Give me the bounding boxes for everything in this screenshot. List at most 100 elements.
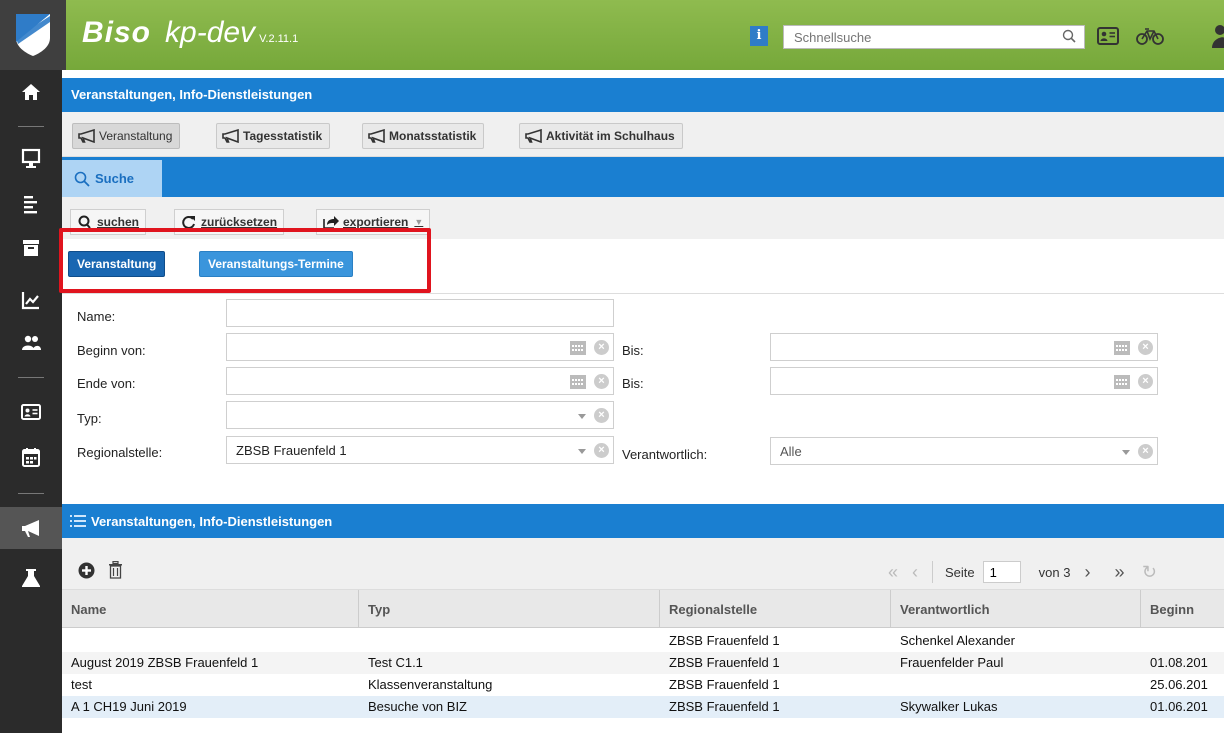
prev-page-icon[interactable]: ‹ xyxy=(904,562,926,583)
search-icon xyxy=(78,215,91,229)
canton-logo[interactable] xyxy=(0,0,66,70)
calendar-icon[interactable] xyxy=(570,340,586,355)
ende-bis-label: Bis: xyxy=(622,376,644,391)
ende-bis-field[interactable]: × xyxy=(770,367,1158,395)
table-row[interactable]: A 1 CH19 Juni 2019 Besuche von BIZ ZBSB … xyxy=(62,696,1224,718)
button-label: exportieren xyxy=(343,215,409,229)
verantwortlich-value: Alle xyxy=(780,444,802,459)
export-button[interactable]: exportieren ▼ xyxy=(316,209,431,235)
next-page-icon[interactable]: › xyxy=(1076,562,1098,583)
tab-aktivitaet-schulhaus[interactable]: Aktivität im Schulhaus xyxy=(519,123,683,149)
cell-verantwortlich: Frauenfelder Paul xyxy=(900,655,1004,670)
beginn-bis-field[interactable]: × xyxy=(770,333,1158,361)
home-icon xyxy=(22,84,40,100)
tab-label: Veranstaltung xyxy=(99,129,173,143)
sidebar-item-events[interactable] xyxy=(0,507,62,549)
table-row[interactable]: ZBSB Frauenfeld 1 Schenkel Alexander xyxy=(62,630,1224,652)
calendar-icon xyxy=(22,448,40,467)
cell-beginn: 01.06.201 xyxy=(1150,699,1208,714)
typ-select[interactable]: × xyxy=(226,401,614,429)
reload-icon[interactable]: ↻ xyxy=(1138,562,1160,583)
subtab-veranstaltung[interactable]: Veranstaltung xyxy=(68,251,166,277)
sidebar-item-lab[interactable] xyxy=(0,560,62,596)
tab-monatsstatistik[interactable]: Monatsstatistik xyxy=(362,123,485,149)
beginn-von-field[interactable]: × xyxy=(226,333,614,361)
tab-tagesstatistik[interactable]: Tagesstatistik xyxy=(216,123,331,149)
search-button[interactable]: suchen xyxy=(70,209,147,235)
bicycle-icon[interactable] xyxy=(1136,27,1164,45)
field-icons: × xyxy=(570,340,609,355)
column-header-typ[interactable]: Typ xyxy=(359,590,660,628)
contact-card-icon xyxy=(21,404,41,420)
field-icons: × xyxy=(1122,444,1153,459)
field-icons: × xyxy=(1114,340,1153,355)
sidebar-item-archive[interactable] xyxy=(0,230,62,266)
user-icon[interactable] xyxy=(1210,24,1224,48)
tab-suche[interactable]: Suche xyxy=(62,160,162,197)
regionalstelle-select[interactable]: ZBSB Frauenfeld 1 × xyxy=(226,436,614,464)
top-header: Biso kp-dev V.2.11.1 i xyxy=(0,0,1224,70)
table-row[interactable]: August 2019 ZBSB Frauenfeld 1 Test C1.1 … xyxy=(62,652,1224,674)
clear-icon[interactable]: × xyxy=(594,374,609,389)
dropdown-arrow-icon[interactable] xyxy=(1122,450,1130,455)
cell-name: A 1 CH19 Juni 2019 xyxy=(71,699,187,714)
cell-beginn: 25.06.201 xyxy=(1150,677,1208,692)
verantwortlich-select[interactable]: Alle × xyxy=(770,437,1158,465)
dropdown-arrow-icon: ▼ xyxy=(414,217,424,227)
megaphone-icon xyxy=(222,129,239,143)
megaphone-icon xyxy=(78,129,95,143)
main-content: Veranstaltungen, Info-Dienstleistungen V… xyxy=(59,70,1224,733)
trash-icon[interactable] xyxy=(108,561,123,579)
subtab-veranstaltungs-termine[interactable]: Veranstaltungs-Termine xyxy=(199,251,353,277)
name-label: Name: xyxy=(77,309,116,324)
reset-button[interactable]: zurücksetzen xyxy=(174,209,285,235)
tab-label: Suche xyxy=(95,171,135,186)
calendar-icon[interactable] xyxy=(1114,340,1130,355)
brand-name: Biso xyxy=(82,16,152,49)
clear-icon[interactable]: × xyxy=(594,443,609,458)
column-header-beginn[interactable]: Beginn xyxy=(1141,590,1224,628)
name-field[interactable] xyxy=(226,299,614,327)
sidebar-item-presentation[interactable] xyxy=(0,140,62,176)
list-header: Veranstaltungen, Info-Dienstleistungen xyxy=(62,504,1224,538)
dropdown-arrow-icon[interactable] xyxy=(578,449,586,454)
add-icon[interactable] xyxy=(78,562,95,579)
contact-card-icon[interactable] xyxy=(1097,26,1119,46)
last-page-icon[interactable]: » xyxy=(1108,562,1130,583)
column-header-regionalstelle[interactable]: Regionalstelle xyxy=(660,590,891,628)
table-header: Name Typ Regionalstelle Verantwortlich B… xyxy=(62,590,1224,628)
calendar-icon[interactable] xyxy=(1114,374,1130,389)
sidebar-item-statistics[interactable] xyxy=(0,282,62,318)
calendar-icon[interactable] xyxy=(570,374,586,389)
clear-icon[interactable]: × xyxy=(594,408,609,423)
clear-icon[interactable]: × xyxy=(594,340,609,355)
search-icon[interactable] xyxy=(1062,29,1076,43)
sidebar-item-list[interactable] xyxy=(0,186,62,222)
column-header-verantwortlich[interactable]: Verantwortlich xyxy=(891,590,1141,628)
flask-icon xyxy=(22,569,40,587)
tab-veranstaltung[interactable]: Veranstaltung xyxy=(72,123,181,149)
page-input[interactable] xyxy=(982,561,1021,583)
sidebar-divider xyxy=(18,377,44,378)
ende-von-field[interactable]: × xyxy=(226,367,614,395)
info-button[interactable]: i xyxy=(750,26,768,46)
clear-icon[interactable]: × xyxy=(1138,340,1153,355)
cell-beginn: 01.08.201 xyxy=(1150,655,1208,670)
typ-label: Typ: xyxy=(77,411,102,426)
first-page-icon[interactable]: « xyxy=(882,562,904,583)
dropdown-arrow-icon[interactable] xyxy=(578,414,586,419)
sidebar-item-home[interactable] xyxy=(0,74,62,110)
sidebar-item-calendar[interactable] xyxy=(0,439,62,475)
sidebar-item-users[interactable] xyxy=(0,325,62,361)
quick-search-input[interactable] xyxy=(784,26,1054,48)
list-toolbar: « ‹ Seite von 3 › » ↻ xyxy=(62,538,1224,590)
table-row[interactable]: test Klassenveranstaltung ZBSB Frauenfel… xyxy=(62,674,1224,696)
clear-icon[interactable]: × xyxy=(1138,444,1153,459)
app-window: Biso kp-dev V.2.11.1 i Schnellsuche Vera… xyxy=(0,0,1224,733)
cell-verantwortlich: Skywalker Lukas xyxy=(900,699,998,714)
clear-icon[interactable]: × xyxy=(1138,374,1153,389)
column-header-name[interactable]: Name xyxy=(62,590,359,628)
sidebar-item-contacts[interactable] xyxy=(0,394,62,430)
module-tabs: Veranstaltung Tagesstatistik Monatsstati… xyxy=(62,112,1224,157)
regionalstelle-label: Regionalstelle: xyxy=(77,445,163,460)
